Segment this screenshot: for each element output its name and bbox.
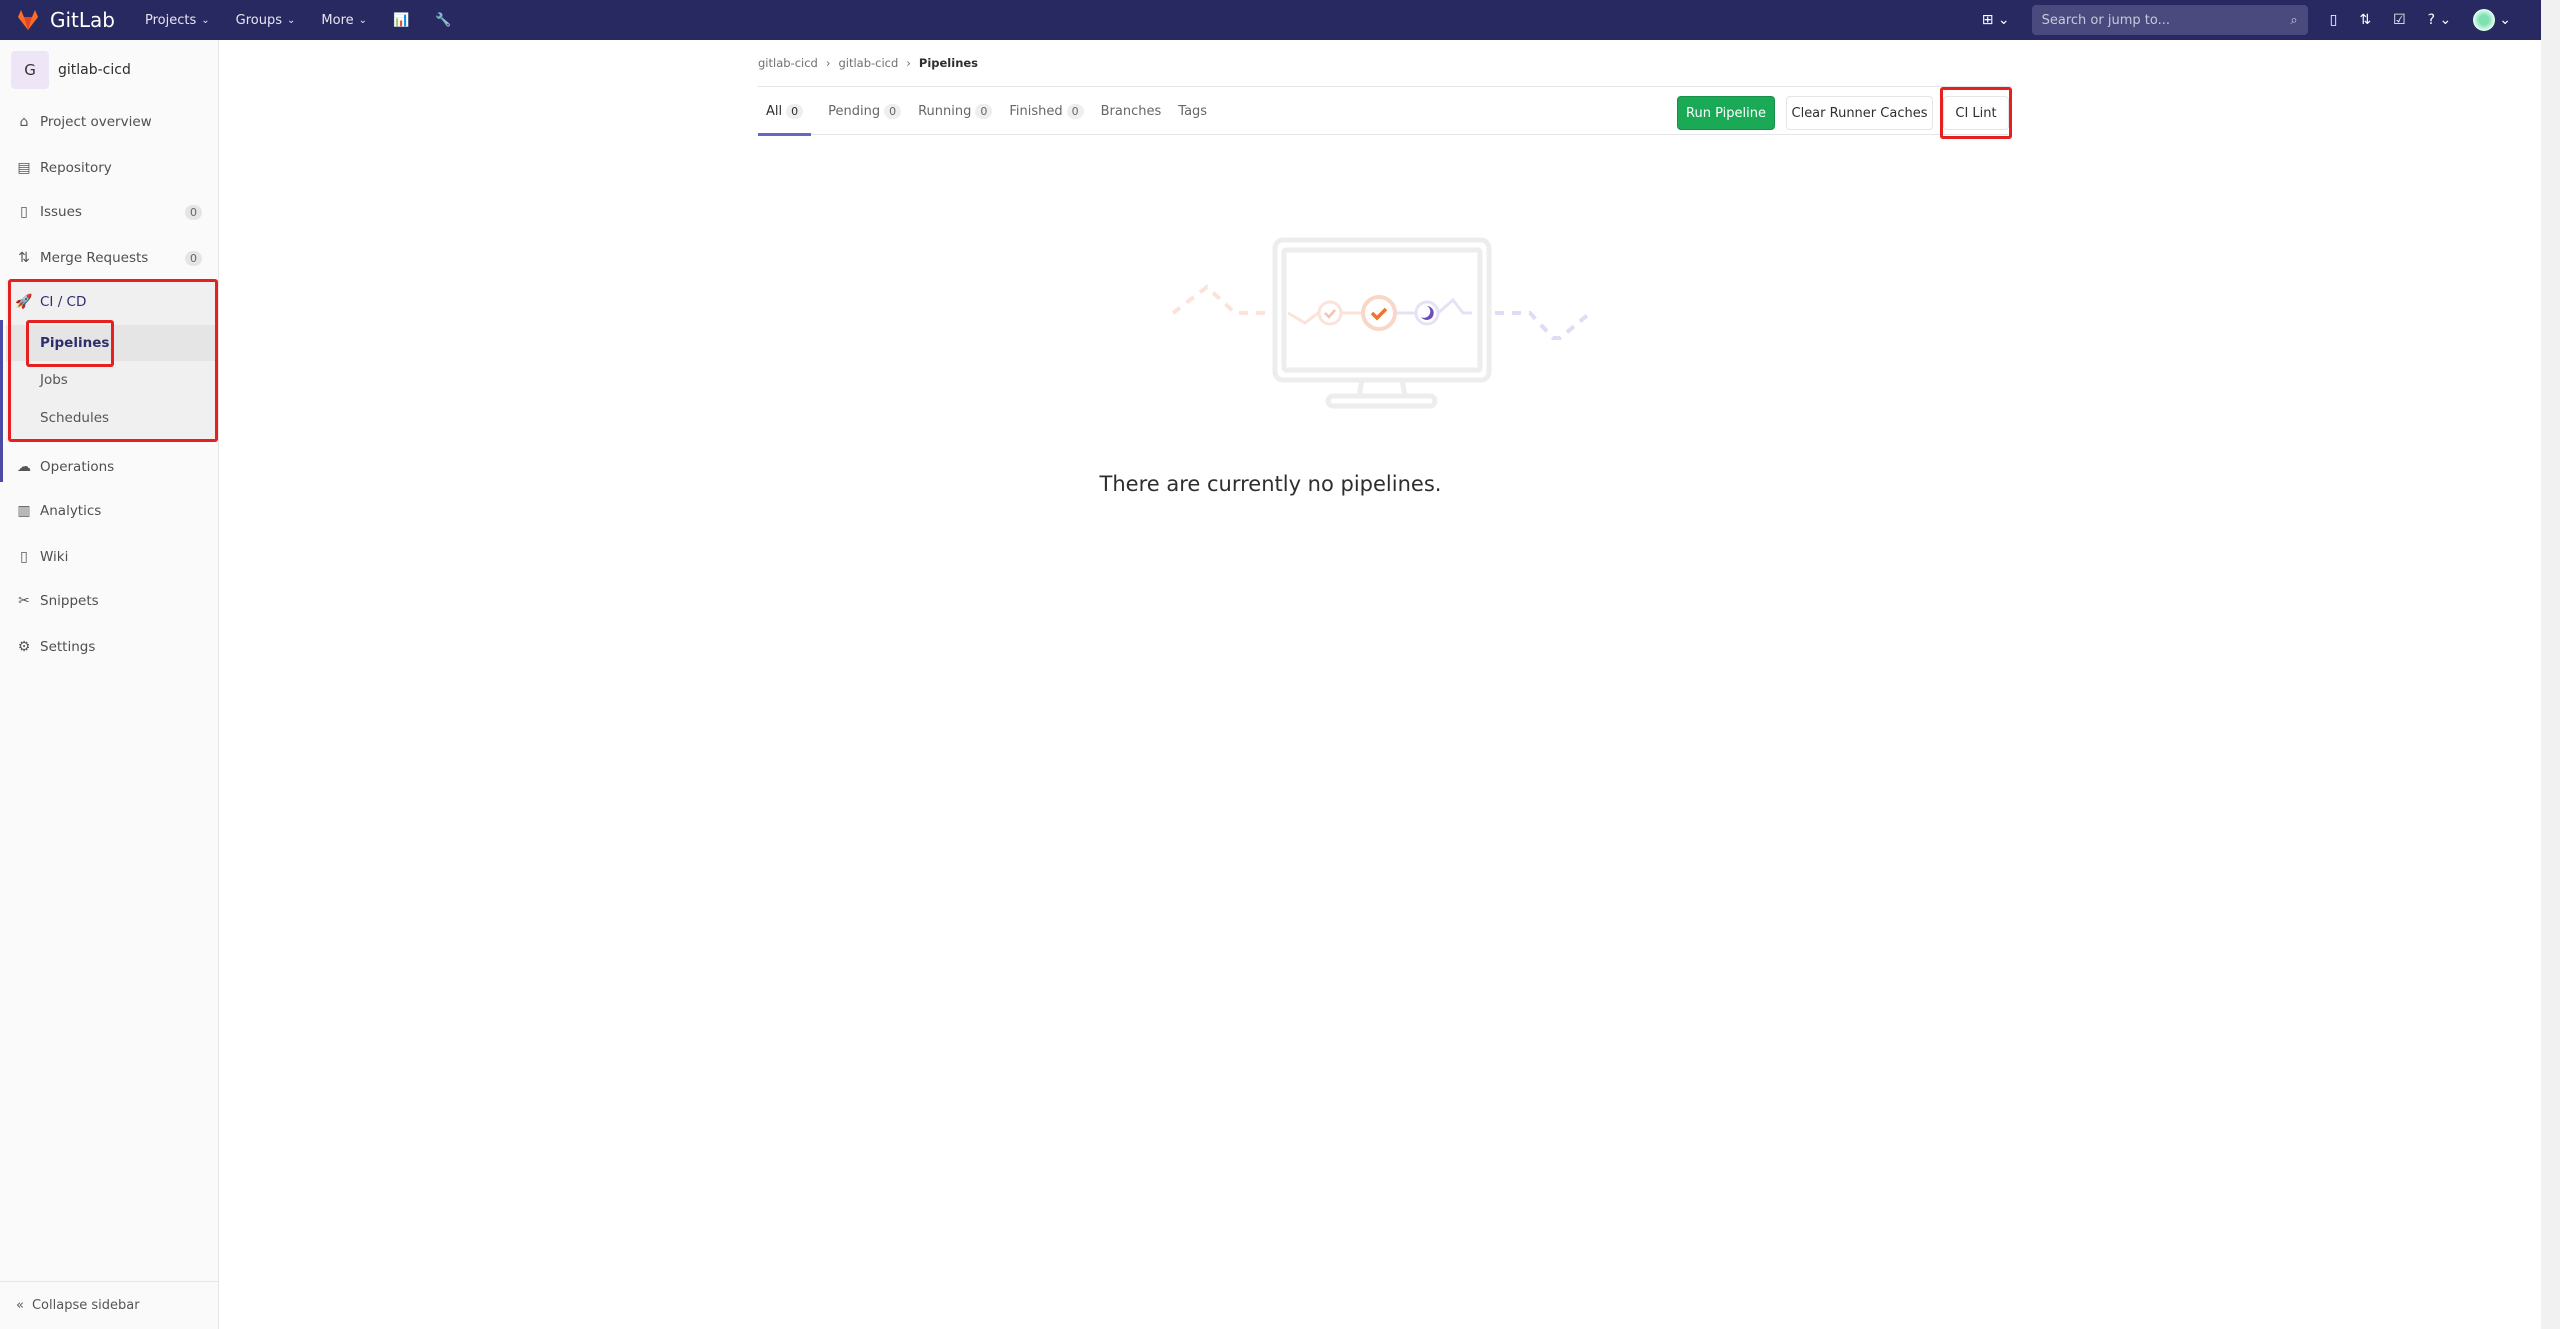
chevron-down-icon: ⌄ — [287, 14, 296, 26]
chart-icon: ▥ — [17, 503, 31, 519]
project-name: gitlab-cicd — [58, 62, 131, 78]
doc-icon: ▤ — [17, 160, 31, 176]
highlight-box-pipelines — [26, 320, 114, 367]
collapse-sidebar-button[interactable]: «Collapse sidebar — [0, 1281, 218, 1329]
count-badge: 0 — [786, 103, 804, 119]
count-badge: 0 — [185, 204, 202, 220]
admin-wrench-icon[interactable]: 🔧 — [435, 13, 451, 28]
count-badge: 0 — [1066, 103, 1084, 119]
todo-icon[interactable]: ☑ — [2393, 12, 2406, 28]
sidebar-item-analytics[interactable]: ▥ Analytics — [0, 496, 218, 526]
sidebar-item-project-overview[interactable]: ⌂ Project overview — [0, 107, 218, 137]
sidebar-item-snippets[interactable]: ✂ Snippets — [0, 586, 218, 616]
breadcrumb-current: Pipelines — [918, 56, 979, 70]
tab-branches[interactable]: Branches — [1101, 87, 1162, 135]
pipeline-tabs-bar: All 0 Pending 0 Running 0 Finished 0 Branche… — [758, 86, 2012, 136]
groups-menu[interactable]: Groups ⌄ — [236, 13, 296, 28]
avatar — [2473, 9, 2496, 31]
run-pipeline-button[interactable]: Run Pipeline — [1677, 96, 1775, 130]
sidebar: Ggitlab-cicd ⌂ Project overview ▤ Reposito… — [0, 40, 219, 1329]
merge-request-icon[interactable]: ⇅ — [2359, 12, 2371, 28]
breadcrumb-item[interactable]: gitlab-cicd — [838, 56, 898, 70]
count-badge: 0 — [185, 250, 202, 266]
new-plus-icon[interactable]: ⊞ ⌄ — [1982, 12, 2010, 28]
running-stage-icon — [1414, 300, 1440, 326]
monitor-stand — [1325, 393, 1438, 409]
tab-pending[interactable]: Pending 0 — [828, 87, 902, 135]
project-avatar: G — [11, 51, 49, 89]
book-icon: ▯ — [20, 549, 28, 565]
sidebar-item-issues[interactable]: ▯ Issues 0 — [0, 197, 218, 227]
highlight-box-ci-lint — [1940, 87, 2012, 139]
search-icon: ⌕ — [2290, 12, 2298, 28]
count-badge: 0 — [884, 103, 902, 119]
help-icon[interactable]: ? ⌄ — [2428, 12, 2452, 28]
sidebar-item-repository[interactable]: ▤ Repository — [0, 153, 218, 183]
search-input[interactable]: Search or jump to... ⌕ — [2031, 5, 2308, 35]
gitlab-logo[interactable]: GitLab — [16, 8, 115, 32]
tab-running[interactable]: Running 0 — [918, 87, 993, 135]
more-menu[interactable]: More ⌄ — [321, 13, 367, 28]
breadcrumb-item[interactable]: gitlab-cicd — [758, 56, 818, 70]
activity-chart-icon[interactable]: 📊 — [393, 13, 409, 28]
top-navbar: GitLab Projects ⌄ Groups ⌄ More ⌄ 📊 🔧 ⊞ ⌄ S… — [0, 0, 2541, 40]
scissors-icon: ✂ — [18, 593, 30, 609]
sidebar-item-wiki[interactable]: ▯ Wiki — [0, 542, 218, 572]
user-menu[interactable]: ⌄ — [2473, 9, 2511, 31]
clear-runner-caches-button[interactable]: Clear Runner Caches — [1786, 96, 1933, 130]
tanuki-icon — [18, 10, 38, 30]
tab-all[interactable]: All 0 — [758, 87, 812, 136]
gear-icon: ⚙ — [17, 639, 31, 655]
breadcrumb: gitlab-cicd › gitlab-cicd › Pipelines — [758, 56, 979, 70]
count-badge: 0 — [975, 103, 993, 119]
project-header[interactable]: Ggitlab-cicd — [11, 51, 131, 89]
issues-icon[interactable]: ▯ — [2330, 12, 2338, 28]
tab-tags[interactable]: Tags — [1178, 87, 1207, 135]
sidebar-item-merge-requests[interactable]: ⇅ Merge Requests 0 — [0, 243, 218, 273]
passed-stage-icon — [1317, 300, 1343, 326]
sidebar-item-settings[interactable]: ⚙ Settings — [0, 632, 218, 662]
empty-state-message: There are currently no pipelines. — [1099, 472, 1442, 496]
projects-menu[interactable]: Projects ⌄ — [145, 13, 210, 28]
chevron-down-icon: ⌄ — [201, 14, 210, 26]
brand-name: GitLab — [50, 8, 115, 32]
merge-request-icon: ⇅ — [18, 250, 30, 266]
tab-finished[interactable]: Finished 0 — [1009, 87, 1084, 135]
page-scrollbar[interactable] — [2541, 0, 2560, 1329]
empty-pipelines-illustration — [1171, 237, 1592, 409]
current-stage-icon — [1361, 295, 1397, 331]
double-chevron-left-icon: « — [16, 1298, 24, 1313]
chevron-down-icon: ⌄ — [358, 14, 368, 26]
home-icon: ⌂ — [19, 114, 29, 130]
issues-icon: ▯ — [20, 204, 28, 220]
